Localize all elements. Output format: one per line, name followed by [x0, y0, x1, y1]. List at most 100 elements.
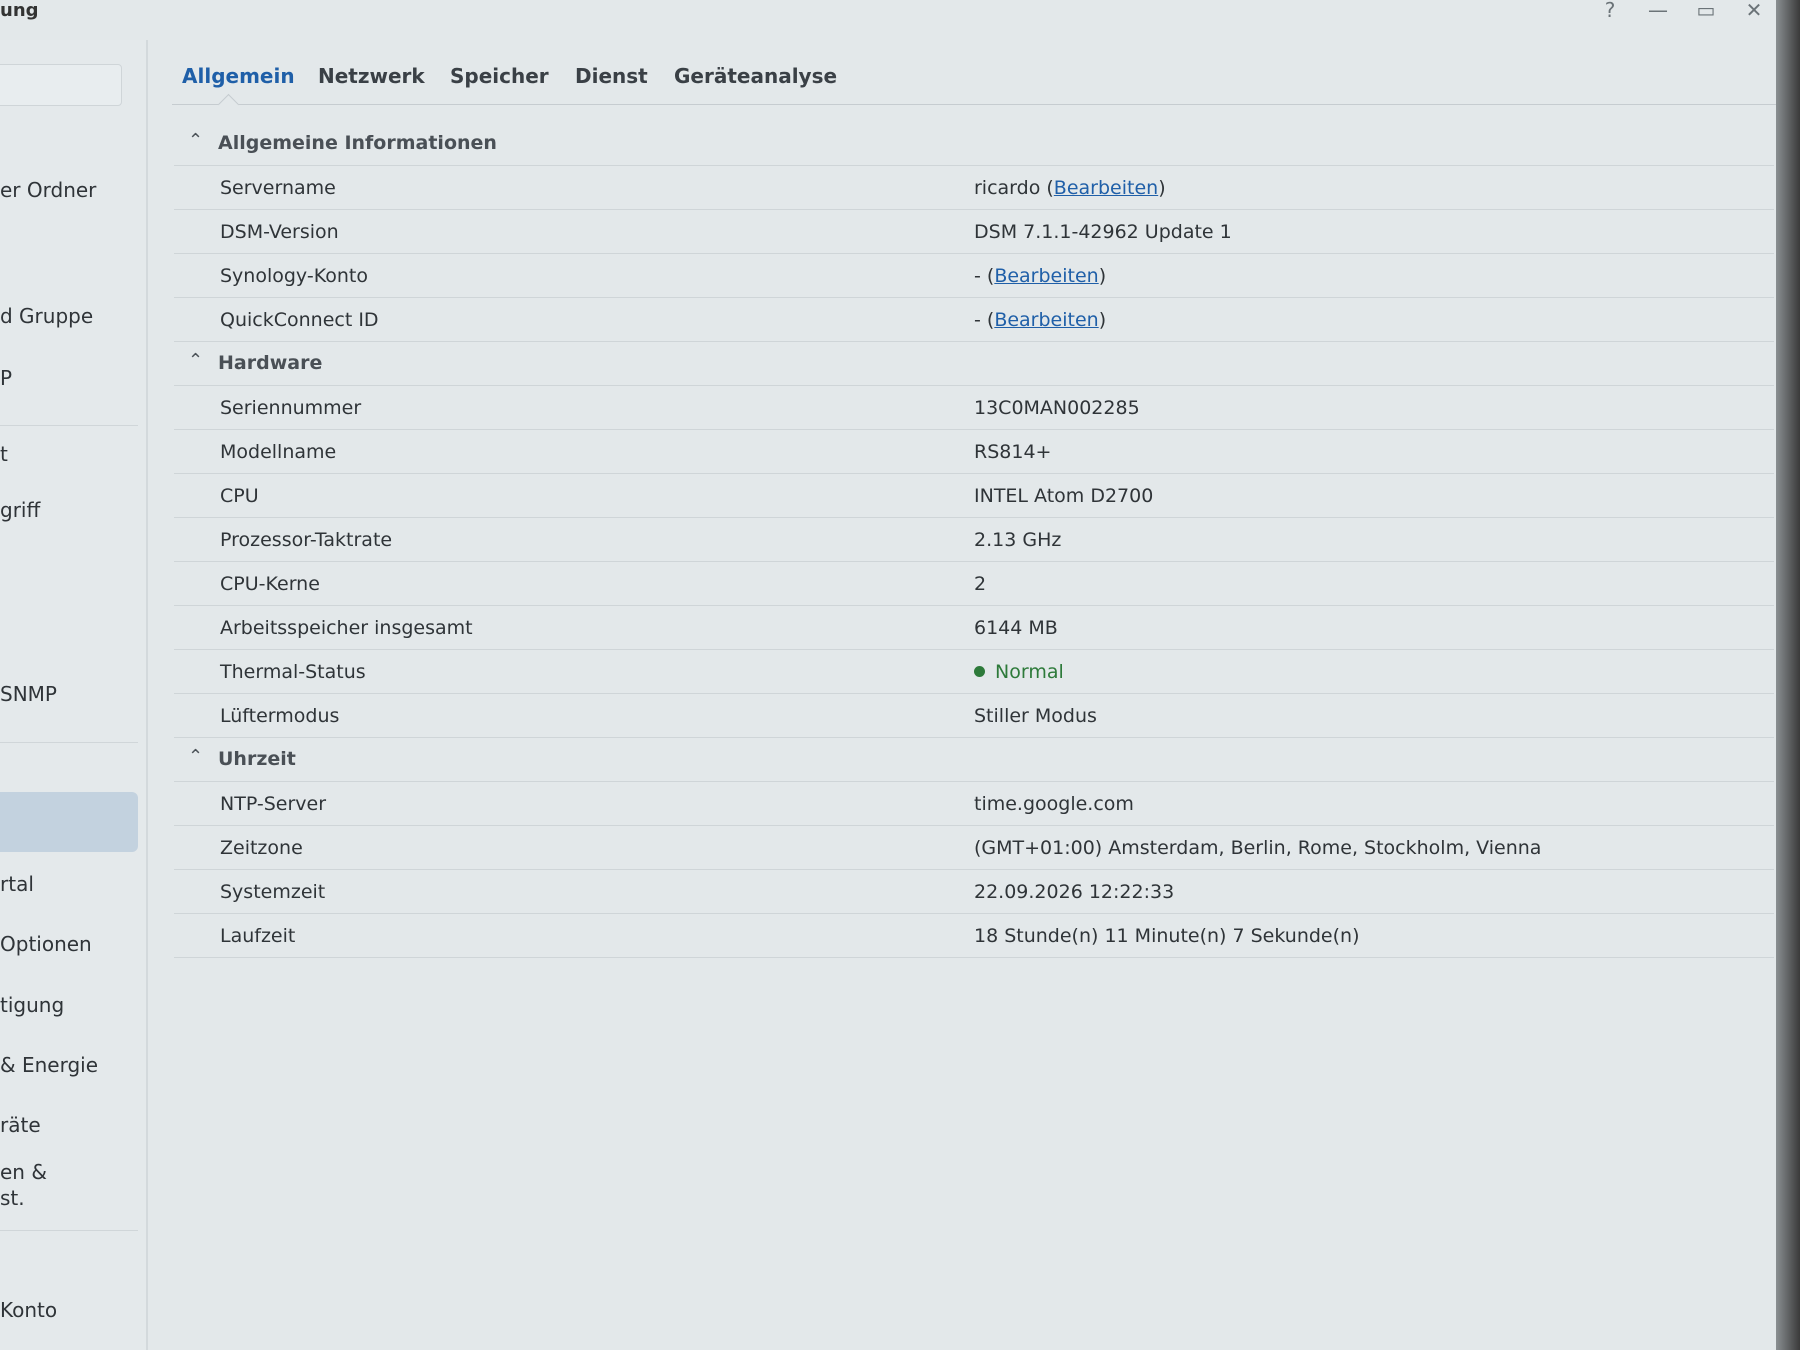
window-edge	[1776, 0, 1800, 1350]
section-title: Uhrzeit	[218, 748, 296, 770]
sidebar-item-access[interactable]: griff	[0, 498, 40, 522]
sidebar-item-update-restore-line2: st.	[0, 1186, 25, 1210]
sidebar-item-connectivity[interactable]: t	[0, 442, 8, 466]
status-dot-icon	[974, 666, 985, 677]
row-label: Modellname	[220, 441, 337, 463]
row-value: - (Bearbeiten)	[974, 309, 1107, 331]
row-label: CPU	[220, 485, 259, 507]
row-label: DSM-Version	[220, 221, 339, 243]
sidebar: er Ordner d Gruppe P t griff SNMP rtal O…	[0, 40, 148, 1350]
row-label: Thermal-Status	[220, 661, 366, 683]
info-table: ⌃ Allgemeine Informationen Servername ri…	[174, 122, 1774, 958]
chevron-up-icon[interactable]: ⌃	[188, 130, 203, 151]
table-row: NTP-Server time.google.com	[174, 782, 1774, 826]
row-label: Servername	[220, 177, 336, 199]
section-header-time[interactable]: ⌃ Uhrzeit	[174, 738, 1774, 782]
sidebar-item-account[interactable]: Konto	[0, 1298, 57, 1322]
row-label: Synology-Konto	[220, 265, 368, 287]
table-row: Thermal-Status Normal	[174, 650, 1774, 694]
section-title: Hardware	[218, 352, 323, 374]
active-tab-indicator	[217, 93, 240, 116]
sidebar-item-user-group[interactable]: d Gruppe	[0, 304, 93, 328]
tab-service[interactable]: Dienst	[575, 64, 648, 88]
section-header-general[interactable]: ⌃ Allgemeine Informationen	[174, 122, 1774, 166]
sidebar-item-ldap[interactable]: P	[0, 366, 12, 390]
title-bar: ung ? — ▭ ✕	[0, 0, 1776, 34]
table-row: CPU INTEL Atom D2700	[174, 474, 1774, 518]
sidebar-item-hardware-energy[interactable]: & Energie	[0, 1053, 98, 1077]
sidebar-item-notification[interactable]: tigung	[0, 993, 64, 1017]
row-label: Systemzeit	[220, 881, 326, 903]
table-row: Laufzeit 18 Stunde(n) 11 Minute(n) 7 Sek…	[174, 914, 1774, 958]
row-value: DSM 7.1.1-42962 Update 1	[974, 221, 1232, 243]
thermal-status-badge: Normal	[995, 661, 1064, 683]
row-value: 18 Stunde(n) 11 Minute(n) 7 Sekunde(n)	[974, 925, 1360, 947]
table-row: Zeitzone (GMT+01:00) Amsterdam, Berlin, …	[174, 826, 1774, 870]
restore-icon[interactable]: ▭	[1694, 0, 1718, 20]
table-row: Seriennummer 13C0MAN002285	[174, 386, 1774, 430]
sidebar-item-snmp[interactable]: SNMP	[0, 682, 57, 706]
help-icon[interactable]: ?	[1598, 0, 1622, 20]
tab-device-analysis[interactable]: Geräteanalyse	[674, 64, 837, 88]
row-value: 13C0MAN002285	[974, 397, 1140, 419]
quickconnect-value: -	[974, 309, 981, 331]
tab-divider	[172, 104, 1778, 105]
table-row: Systemzeit 22.09.2026 12:22:33	[174, 870, 1774, 914]
sidebar-item-devices[interactable]: räte	[0, 1113, 41, 1137]
row-value: 6144 MB	[974, 617, 1058, 639]
control-panel-window: ung ? — ▭ ✕ er Ordner d Gruppe P t griff…	[0, 0, 1778, 1350]
row-value: 2	[974, 573, 987, 595]
table-row: QuickConnect ID - (Bearbeiten)	[174, 298, 1774, 342]
close-icon[interactable]: ✕	[1742, 0, 1766, 20]
tab-storage[interactable]: Speicher	[450, 64, 549, 88]
section-title: Allgemeine Informationen	[218, 132, 497, 154]
table-row: Arbeitsspeicher insgesamt 6144 MB	[174, 606, 1774, 650]
row-label: Arbeitsspeicher insgesamt	[220, 617, 473, 639]
row-value: ricardo (Bearbeiten)	[974, 177, 1166, 199]
table-row: Modellname RS814+	[174, 430, 1774, 474]
table-row: CPU-Kerne 2	[174, 562, 1774, 606]
row-label: Laufzeit	[220, 925, 296, 947]
edit-quickconnect-link[interactable]: Bearbeiten	[994, 309, 1098, 331]
server-name-value: ricardo	[974, 177, 1041, 199]
row-value: time.google.com	[974, 793, 1134, 815]
sidebar-item-info-center-active[interactable]	[0, 792, 138, 852]
tab-network[interactable]: Netzwerk	[318, 64, 425, 88]
row-value: Stiller Modus	[974, 705, 1097, 727]
row-label: Zeitzone	[220, 837, 303, 859]
row-label: NTP-Server	[220, 793, 327, 815]
row-value: RS814+	[974, 441, 1052, 463]
edit-servername-link[interactable]: Bearbeiten	[1054, 177, 1158, 199]
row-label: CPU-Kerne	[220, 573, 320, 595]
sidebar-search-input[interactable]	[0, 64, 122, 106]
chevron-up-icon[interactable]: ⌃	[188, 350, 203, 371]
minimize-icon[interactable]: —	[1646, 0, 1670, 20]
table-row: Synology-Konto - (Bearbeiten)	[174, 254, 1774, 298]
synology-account-value: -	[974, 265, 981, 287]
row-value: - (Bearbeiten)	[974, 265, 1107, 287]
row-label: Prozessor-Taktrate	[220, 529, 393, 551]
edit-synology-account-link[interactable]: Bearbeiten	[994, 265, 1098, 287]
sidebar-divider	[0, 1230, 138, 1231]
row-label: Lüftermodus	[220, 705, 340, 727]
row-value: 2.13 GHz	[974, 529, 1062, 551]
row-value: (GMT+01:00) Amsterdam, Berlin, Rome, Sto…	[974, 837, 1542, 859]
sidebar-divider	[0, 425, 138, 426]
window-title: ung	[0, 0, 39, 21]
sidebar-item-options[interactable]: Optionen	[0, 932, 92, 956]
sidebar-item-shared-folder[interactable]: er Ordner	[0, 178, 96, 202]
sidebar-item-portal[interactable]: rtal	[0, 872, 34, 896]
main-panel: Allgemein Netzwerk Speicher Dienst Gerät…	[148, 34, 1778, 1350]
row-label: QuickConnect ID	[220, 309, 379, 331]
section-header-hardware[interactable]: ⌃ Hardware	[174, 342, 1774, 386]
tab-general[interactable]: Allgemein	[182, 64, 295, 88]
table-row: Servername ricardo (Bearbeiten)	[174, 166, 1774, 210]
table-row: Prozessor-Taktrate 2.13 GHz	[174, 518, 1774, 562]
sidebar-item-update-restore[interactable]: en &	[0, 1160, 47, 1184]
table-row: Lüftermodus Stiller Modus	[174, 694, 1774, 738]
table-row: DSM-Version DSM 7.1.1-42962 Update 1	[174, 210, 1774, 254]
chevron-up-icon[interactable]: ⌃	[188, 746, 203, 767]
row-label: Seriennummer	[220, 397, 362, 419]
row-value: INTEL Atom D2700	[974, 485, 1154, 507]
row-value: Normal	[974, 661, 1064, 683]
